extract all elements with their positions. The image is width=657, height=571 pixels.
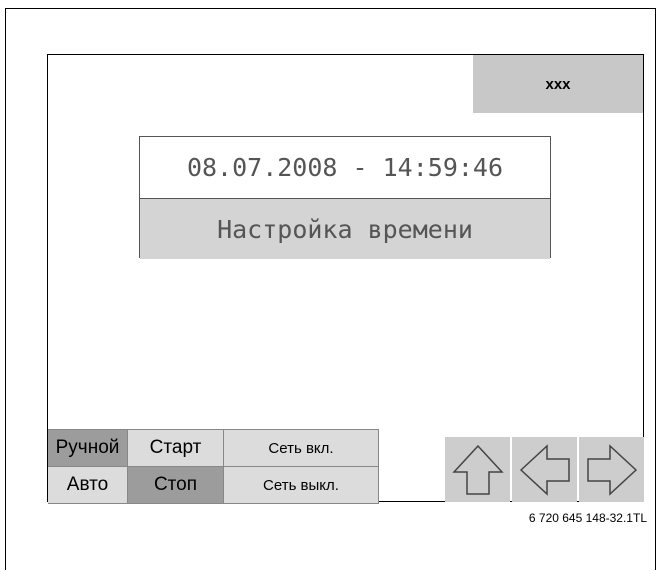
arrow-right-icon: [586, 443, 637, 496]
time-setup-button[interactable]: Настройка времени: [140, 199, 550, 259]
auto-mode-button[interactable]: Авто: [48, 467, 128, 504]
clock-panel: 08.07.2008 - 14:59:46 Настройка времени: [139, 136, 551, 259]
arrow-up-button[interactable]: [445, 437, 510, 502]
arrow-up-icon: [451, 444, 504, 495]
start-button[interactable]: Старт: [128, 430, 224, 467]
arrow-navigation: [445, 437, 644, 502]
manual-mode-button[interactable]: Ручной: [48, 430, 128, 467]
mode-buttons: Ручной Старт Сеть вкл. Авто Стоп Сеть вы…: [48, 429, 379, 504]
stop-button[interactable]: Стоп: [128, 467, 224, 504]
network-on-button[interactable]: Сеть вкл.: [224, 430, 379, 467]
arrow-right-button[interactable]: [579, 437, 644, 502]
control-screen: xxx 08.07.2008 - 14:59:46 Настройка врем…: [47, 54, 644, 504]
figure-id-caption: 6 720 645 148-32.1TL: [528, 511, 647, 525]
datetime-display: 08.07.2008 - 14:59:46: [140, 137, 550, 199]
screen-title: xxx: [473, 55, 643, 113]
figure-frame: xxx 08.07.2008 - 14:59:46 Настройка врем…: [5, 8, 656, 570]
arrow-left-button[interactable]: [512, 437, 577, 502]
arrow-left-icon: [519, 443, 570, 496]
network-off-button[interactable]: Сеть выкл.: [224, 467, 379, 504]
